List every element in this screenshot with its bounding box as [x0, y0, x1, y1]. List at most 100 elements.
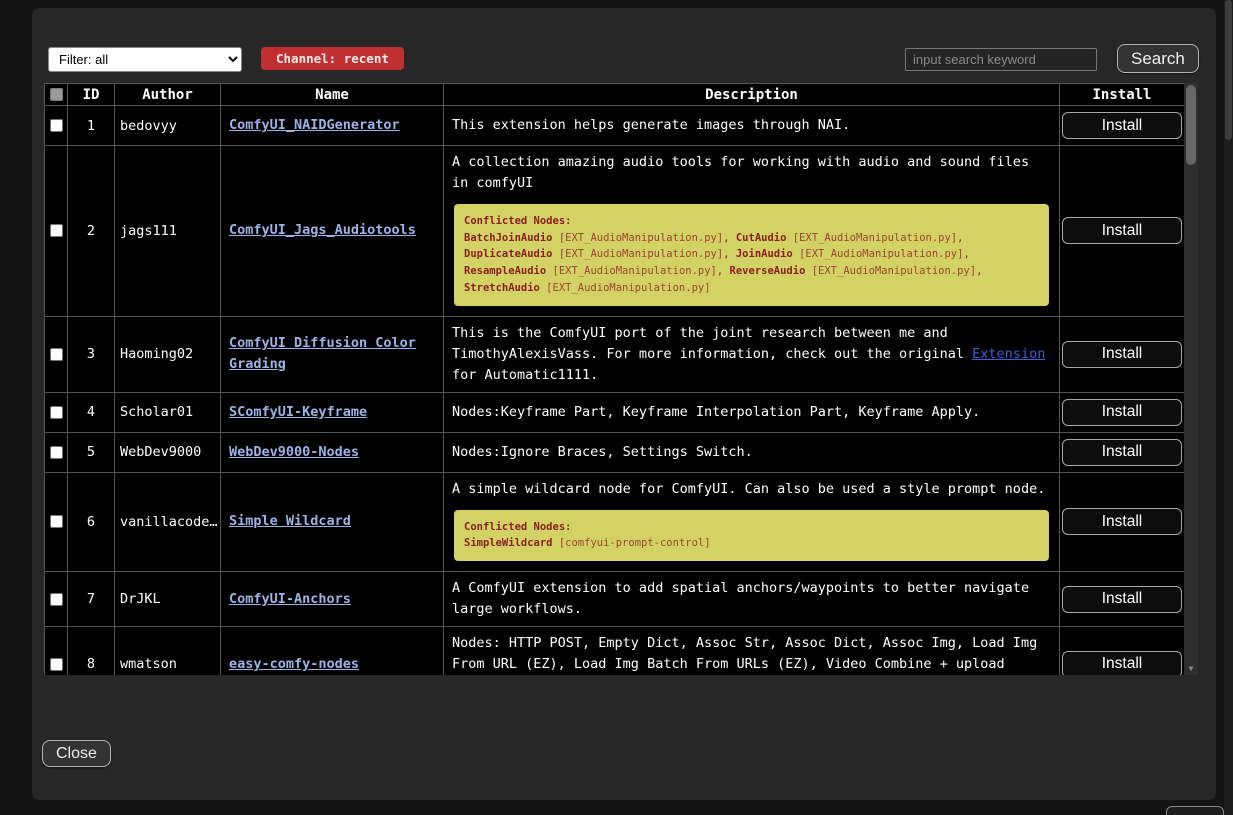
install-button[interactable]: Install [1062, 341, 1182, 368]
conflict-node-extension: [EXT_AudioManipulation.py] [786, 232, 957, 244]
table-row: 5WebDev9000WebDev9000-NodesNodes:Ignore … [45, 432, 1185, 472]
node-name-link[interactable]: Simple Wildcard [229, 513, 351, 529]
row-install-cell: Install [1060, 316, 1185, 392]
row-checkbox-cell [45, 316, 68, 392]
row-name-cell: SComfyUI-Keyframe [221, 392, 444, 432]
row-author: DrJKL [115, 572, 221, 627]
page-scrollbar[interactable] [1224, 0, 1233, 815]
conflicted-nodes-title: Conflicted Nodes: [464, 519, 1039, 536]
page-background: Filter: all Channel: recent Search ID [0, 0, 1233, 815]
install-button[interactable]: Install [1062, 112, 1182, 139]
conflict-node-name: ReverseAudio [730, 265, 806, 277]
row-description: A collection amazing audio tools for wor… [444, 146, 1060, 317]
search-input[interactable] [905, 48, 1097, 71]
table-scrollbar[interactable]: ▼ [1184, 83, 1198, 675]
node-name-link[interactable]: ComfyUI_NAIDGenerator [229, 117, 400, 133]
header-install: Install [1060, 84, 1185, 106]
table-row: 7DrJKL ComfyUI-Anchors A ComfyUI extension… [45, 572, 1185, 627]
conflict-node-name: ResampleAudio [464, 265, 546, 277]
close-button[interactable]: Close [42, 740, 111, 767]
row-id: 5 [68, 432, 115, 472]
install-button[interactable]: Install [1062, 439, 1182, 466]
table-header-row: ID Author Name Description Install [45, 84, 1185, 106]
row-checkbox[interactable] [50, 348, 63, 361]
row-id: 8 [68, 626, 115, 675]
conflict-node-name: BatchJoinAudio [464, 232, 553, 244]
install-button[interactable]: Install [1062, 651, 1182, 675]
row-name-cell: ComfyUI_NAIDGenerator [221, 106, 444, 146]
conflict-node-name: JoinAudio [736, 248, 793, 260]
row-name-cell: Simple Wildcard [221, 472, 444, 572]
install-custom-nodes-dialog: Filter: all Channel: recent Search ID [32, 8, 1216, 800]
conflicted-nodes-list: SimpleWildcard [comfyui-prompt-control] [464, 535, 1039, 552]
row-checkbox[interactable] [50, 406, 63, 419]
conflicted-nodes-box: Conflicted Nodes:SimpleWildcard [comfyui… [454, 510, 1049, 562]
row-id: 6 [68, 472, 115, 572]
search-button[interactable]: Search [1117, 44, 1199, 73]
row-id: 4 [68, 392, 115, 432]
header-author: Author [115, 84, 221, 106]
row-description: A simple wildcard node for ComfyUI. Can … [444, 472, 1060, 572]
row-checkbox-cell [45, 392, 68, 432]
filter-select[interactable]: Filter: all [48, 47, 242, 72]
channel-badge: Channel: recent [261, 47, 404, 70]
node-name-link[interactable]: SComfyUI-Keyframe [229, 404, 367, 420]
row-description: This is the ComfyUI port of the joint re… [444, 316, 1060, 392]
row-checkbox-cell [45, 146, 68, 317]
dialog-toolbar: Filter: all Channel: recent Search [32, 8, 1216, 83]
row-install-cell: Install [1060, 106, 1185, 146]
row-install-cell: Install [1060, 472, 1185, 572]
conflict-node-name: CutAudio [736, 232, 787, 244]
row-checkbox-cell [45, 106, 68, 146]
conflict-node-name: StretchAudio [464, 282, 540, 294]
conflict-node-extension: [EXT_AudioManipulation.py] [553, 232, 724, 244]
table-scrollbar-thumb[interactable] [1186, 85, 1196, 165]
page-scrollbar-thumb[interactable] [1225, 0, 1232, 140]
row-name-cell: easy-comfy-nodes [221, 626, 444, 675]
install-button[interactable]: Install [1062, 399, 1182, 426]
row-checkbox[interactable] [50, 119, 63, 132]
row-author: vanillacode… [115, 472, 221, 572]
row-author: Haoming02 [115, 316, 221, 392]
node-name-link[interactable]: ComfyUI_Jags_Audiotools [229, 222, 416, 238]
conflict-node-extension: [EXT_AudioManipulation.py] [553, 248, 724, 260]
row-id: 3 [68, 316, 115, 392]
node-name-link[interactable]: ComfyUI-Anchors [229, 591, 351, 607]
row-checkbox[interactable] [50, 224, 63, 237]
conflict-node-extension: [comfyui-prompt-control] [553, 537, 711, 549]
table-row: 2jags111ComfyUI_Jags_AudiotoolsA collect… [45, 146, 1185, 317]
custom-nodes-table: ID Author Name Description Install 1bedo… [44, 83, 1198, 675]
conflicted-nodes-box: Conflicted Nodes:BatchJoinAudio [EXT_Aud… [454, 204, 1049, 306]
node-name-link[interactable]: ComfyUI Diffusion Color Grading [229, 335, 416, 372]
conflict-node-extension: [EXT_AudioManipulation.py] [546, 265, 717, 277]
install-button[interactable]: Install [1062, 217, 1182, 244]
row-checkbox[interactable] [50, 515, 63, 528]
row-install-cell: Install [1060, 146, 1185, 317]
node-name-link[interactable]: easy-comfy-nodes [229, 656, 359, 672]
row-checkbox-cell [45, 572, 68, 627]
header-id: ID [68, 84, 115, 106]
description-link[interactable]: Extension [972, 346, 1045, 362]
install-button[interactable]: Install [1062, 508, 1182, 535]
row-checkbox[interactable] [50, 658, 63, 671]
install-button[interactable]: Install [1062, 586, 1182, 613]
cutoff-element [1166, 806, 1224, 815]
row-name-cell: WebDev9000-Nodes [221, 432, 444, 472]
conflicted-nodes-list: BatchJoinAudio [EXT_AudioManipulation.py… [464, 230, 1039, 297]
description-text: A ComfyUI extension to add spatial ancho… [452, 578, 1051, 620]
scrollbar-down-arrow-icon[interactable]: ▼ [1184, 664, 1198, 673]
table-row: 8wmatsoneasy-comfy-nodesNodes: HTTP POST… [45, 626, 1185, 675]
row-name-cell: ComfyUI-Anchors [221, 572, 444, 627]
conflict-node-extension: [EXT_AudioManipulation.py] [805, 265, 976, 277]
row-author: jags111 [115, 146, 221, 317]
row-description: A ComfyUI extension to add spatial ancho… [444, 572, 1060, 627]
row-id: 7 [68, 572, 115, 627]
row-checkbox[interactable] [50, 446, 63, 459]
select-all-checkbox[interactable] [50, 88, 63, 101]
row-checkbox[interactable] [50, 593, 63, 606]
row-author: wmatson [115, 626, 221, 675]
table-row: 6vanillacode… Simple Wildcard A simple wil… [45, 472, 1185, 572]
row-install-cell: Install [1060, 432, 1185, 472]
node-name-link[interactable]: WebDev9000-Nodes [229, 444, 359, 460]
row-checkbox-cell [45, 472, 68, 572]
